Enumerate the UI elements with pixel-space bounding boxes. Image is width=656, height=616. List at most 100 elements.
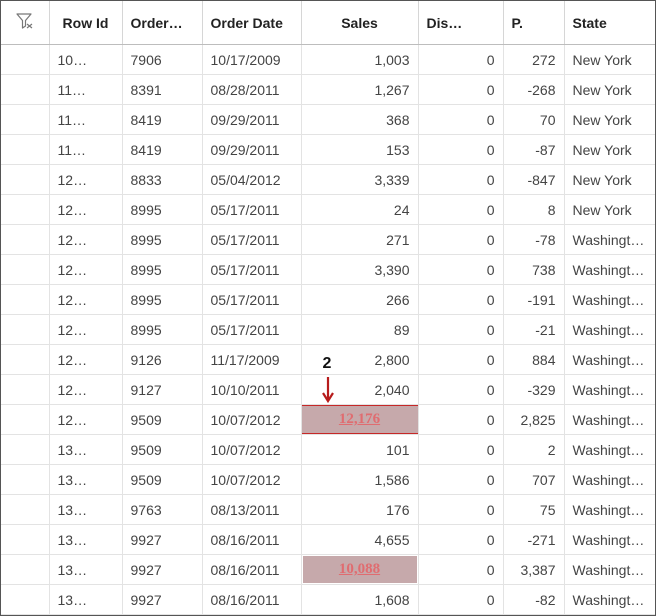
cell-order-id: 9927	[122, 584, 203, 615]
cell-order-id: 7906	[122, 44, 203, 75]
orders-table: Row Id Order… Order Date Sales Dis… P. S…	[1, 1, 655, 615]
table-row[interactable]: 1372 9927 08/16/2011 1,608 0 -82 Washingt…	[1, 584, 655, 615]
column-header-profit[interactable]: P.	[503, 1, 565, 45]
column-header-order-date[interactable]: Order Date	[202, 1, 302, 45]
cell-sales: 1,586	[301, 464, 419, 495]
cell-profit: -329	[503, 374, 565, 405]
cell-state: Washingt…	[564, 434, 655, 465]
step-callout: 2	[319, 355, 343, 405]
highlighted-sales-box[interactable]: 10,088	[302, 556, 417, 583]
table-row[interactable]: 1156 8419 09/29/2011 368 0 70 New York	[1, 104, 655, 135]
row-selector-cell	[1, 434, 50, 465]
cell-sales: 1,267	[301, 74, 419, 105]
cell-row-id: 1301	[49, 464, 123, 495]
sales-link[interactable]: 12,176	[339, 411, 380, 428]
table-row[interactable]: 1301 9509 10/07/2012 1,586 0 707 Washingt…	[1, 464, 655, 495]
cell-state: Washingt…	[564, 224, 655, 255]
cell-state: Washingt…	[564, 464, 655, 495]
cell-state: Washingt…	[564, 314, 655, 345]
table-row[interactable]: 1227 8995 05/17/2011 271 0 -78 Washingt…	[1, 224, 655, 255]
cell-state: Washingt…	[564, 374, 655, 405]
cell-order-date: 09/29/2011	[202, 134, 302, 165]
column-header-state[interactable]: State	[564, 1, 655, 45]
cell-order-date: 10/07/2012	[202, 404, 302, 435]
cell-profit: 272	[503, 44, 565, 75]
cell-sales: 1,003	[301, 44, 419, 75]
row-selector-cell	[1, 254, 50, 285]
row-selector-cell	[1, 464, 50, 495]
cell-profit: 738	[503, 254, 565, 285]
cell-order-date: 08/16/2011	[202, 524, 302, 555]
row-selector-cell	[1, 344, 50, 375]
table-row[interactable]: 1371 9927 08/16/2011 10,088 0 3,387 Washingt…	[1, 554, 655, 585]
cell-profit: -847	[503, 164, 565, 195]
cell-discount: 0	[418, 314, 504, 345]
highlighted-sales-box[interactable]: 12,176	[301, 404, 417, 434]
row-selector-cell	[1, 524, 50, 555]
column-header-discount[interactable]: Dis…	[418, 1, 504, 45]
cell-profit: -21	[503, 314, 565, 345]
table-row[interactable]: 1230 8995 05/17/2011 89 0 -21 Washingt…	[1, 314, 655, 345]
cell-profit: -78	[503, 224, 565, 255]
cell-sales: 271	[301, 224, 419, 255]
table-row[interactable]: 1073 7906 10/17/2009 1,003 0 272 New York	[1, 44, 655, 75]
cell-order-id: 8391	[122, 74, 203, 105]
cell-row-id: 1259	[49, 374, 123, 405]
cell-row-id: 1300	[49, 434, 123, 465]
table-row[interactable]: 1228 8995 05/17/2011 3,390 0 738 Washingt…	[1, 254, 655, 285]
table-row[interactable]: 1229 8995 05/17/2011 266 0 -191 Washingt…	[1, 284, 655, 315]
table-row[interactable]: 1300 9509 10/07/2012 101 0 2 Washingt…	[1, 434, 655, 465]
cell-discount: 0	[418, 494, 504, 525]
sales-link[interactable]: 10,088	[339, 561, 380, 578]
cell-row-id: 1156	[49, 104, 123, 135]
cell-order-date: 10/17/2009	[202, 44, 302, 75]
cell-row-id: 1230	[49, 314, 123, 345]
cell-sales: 266	[301, 284, 419, 315]
cell-discount: 0	[418, 74, 504, 105]
filter-icon[interactable]	[16, 13, 34, 29]
column-header-order-id[interactable]: Order…	[122, 1, 203, 45]
cell-order-id: 9509	[122, 464, 203, 495]
cell-state: New York	[564, 104, 655, 135]
cell-order-id: 8419	[122, 104, 203, 135]
table-row[interactable]: 1157 8419 09/29/2011 153 0 -87 New York	[1, 134, 655, 165]
cell-order-id: 8833	[122, 164, 203, 195]
table-row[interactable]: 1370 9927 08/16/2011 4,655 0 -271 Washingt…	[1, 524, 655, 555]
cell-discount: 0	[418, 374, 504, 405]
cell-row-id: 1372	[49, 584, 123, 615]
cell-state: New York	[564, 44, 655, 75]
cell-profit: 3,387	[503, 554, 565, 585]
column-header-sales[interactable]: Sales	[301, 1, 419, 45]
cell-profit: 8	[503, 194, 565, 225]
table-row[interactable]: 1299 9509 10/07/2012 12,176 0 2,825 Washingt…	[1, 404, 655, 435]
cell-order-date: 11/17/2009	[202, 344, 302, 375]
table-row[interactable]: 1226 8995 05/17/2011 24 0 8 New York	[1, 194, 655, 225]
cell-state: Washingt…	[564, 284, 655, 315]
cell-order-id: 9927	[122, 524, 203, 555]
cell-row-id: 1370	[49, 524, 123, 555]
cell-discount: 0	[418, 194, 504, 225]
filter-header[interactable]	[1, 1, 50, 45]
cell-order-date: 08/16/2011	[202, 554, 302, 585]
column-header-row-id[interactable]: Row Id	[49, 1, 123, 45]
cell-profit: 2,825	[503, 404, 565, 435]
cell-row-id: 1258	[49, 344, 123, 375]
row-selector-cell	[1, 74, 50, 105]
row-selector-cell	[1, 104, 50, 135]
cell-sales: 176	[301, 494, 419, 525]
cell-state: New York	[564, 194, 655, 225]
cell-row-id: 1299	[49, 404, 123, 435]
cell-row-id: 1073	[49, 44, 123, 75]
cell-order-date: 05/17/2011	[202, 314, 302, 345]
cell-sales: 89	[301, 314, 419, 345]
cell-state: Washingt…	[564, 494, 655, 525]
cell-discount: 0	[418, 344, 504, 375]
cell-state: New York	[564, 164, 655, 195]
table-row[interactable]: 1154 8391 08/28/2011 1,267 0 -268 New York	[1, 74, 655, 105]
table-row[interactable]: 1205 8833 05/04/2012 3,339 0 -847 New York	[1, 164, 655, 195]
cell-order-id: 8995	[122, 194, 203, 225]
cell-row-id: 1371	[49, 554, 123, 585]
table-row[interactable]: 1337 9763 08/13/2011 176 0 75 Washingt…	[1, 494, 655, 525]
cell-discount: 0	[418, 254, 504, 285]
cell-profit: 707	[503, 464, 565, 495]
